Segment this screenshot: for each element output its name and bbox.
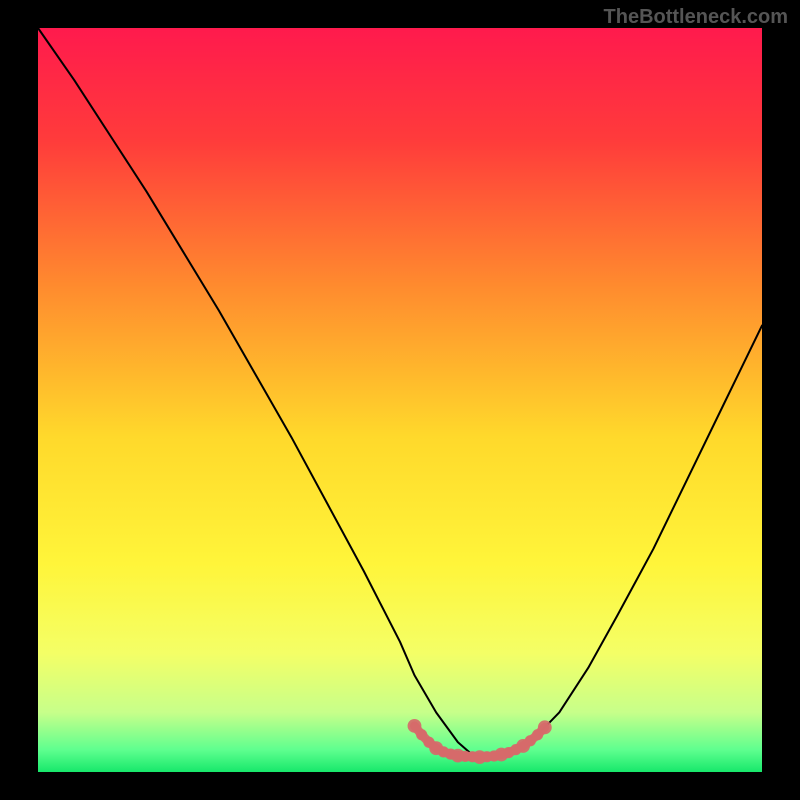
plot-background	[38, 28, 762, 772]
watermark-text: TheBottleneck.com	[604, 6, 788, 29]
chart-svg	[0, 0, 800, 800]
bottleneck-chart	[0, 0, 800, 800]
